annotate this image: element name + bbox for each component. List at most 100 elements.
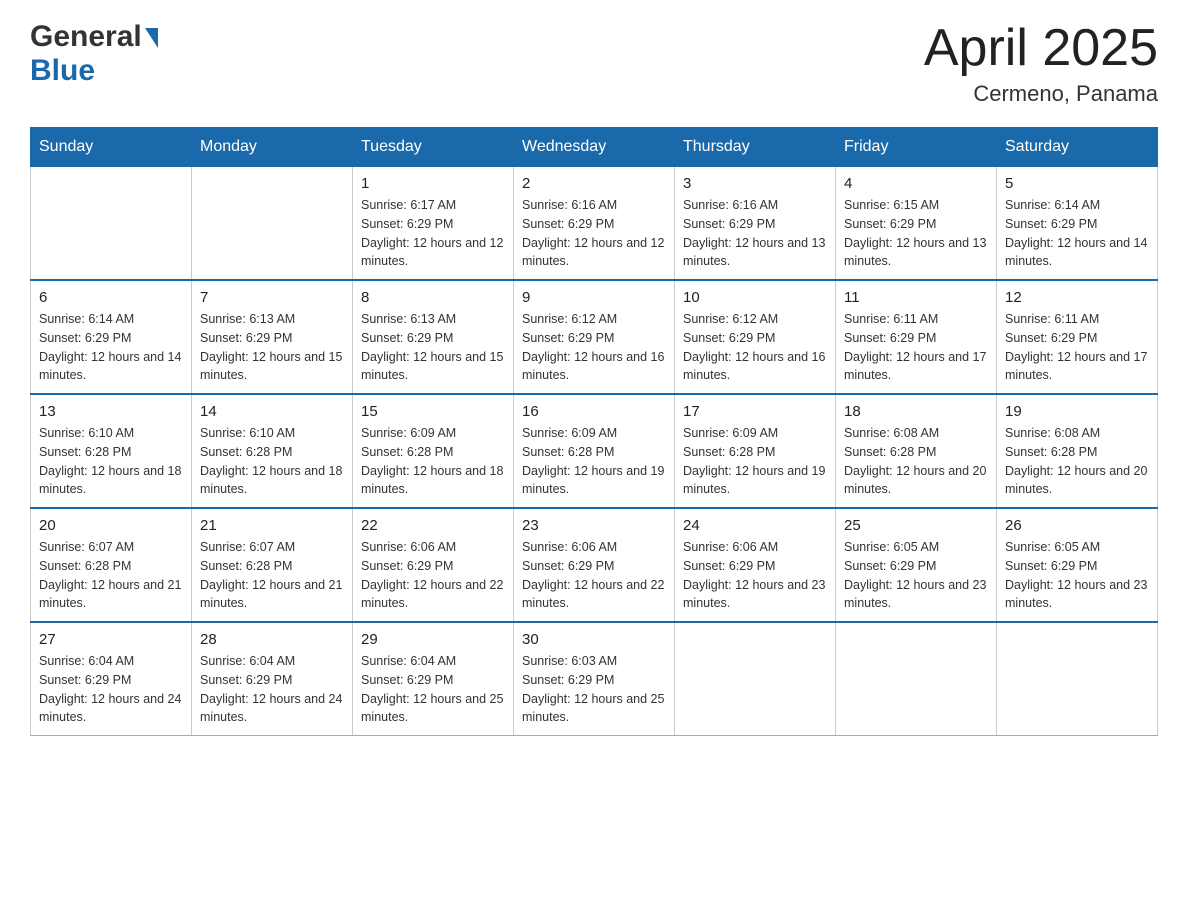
calendar-week-row: 6Sunrise: 6:14 AMSunset: 6:29 PMDaylight… xyxy=(31,280,1158,394)
day-number: 1 xyxy=(361,175,505,192)
day-info: Sunrise: 6:14 AMSunset: 6:29 PMDaylight:… xyxy=(39,310,183,385)
header-wednesday: Wednesday xyxy=(514,128,675,167)
header-thursday: Thursday xyxy=(675,128,836,167)
calendar-week-row: 13 Sunrise: 6:10 AMSunset: 6:28 PMDayligh… xyxy=(31,394,1158,508)
day-info: Sunrise: 6:17 AMSunset: 6:29 PMDaylight:… xyxy=(361,196,505,271)
day-number: 22 xyxy=(361,517,505,534)
day-number: 18 xyxy=(844,403,988,420)
day-number: 2 xyxy=(522,175,666,192)
page-header: General Blue April 2025 Cermeno, Panama xyxy=(30,20,1158,107)
day-number: 28 xyxy=(200,631,344,648)
day-info: Sunrise: 6:03 AMSunset: 6:29 PMDaylight:… xyxy=(522,652,666,727)
table-row: 11 Sunrise: 6:11 AMSunset: 6:29 PMDayligh… xyxy=(836,280,997,394)
day-number: 20 xyxy=(39,517,183,534)
day-info: Sunrise: 6:06 AMSunset: 6:29 PMDaylight:… xyxy=(683,538,827,613)
day-number: 30 xyxy=(522,631,666,648)
table-row: 23 Sunrise: 6:06 AMSunset: 6:29 PMDayligh… xyxy=(514,508,675,622)
table-row: 14 Sunrise: 6:10 AMSunset: 6:28 PMDayligh… xyxy=(192,394,353,508)
table-row xyxy=(675,622,836,736)
day-info: Sunrise: 6:10 AMSunset: 6:28 PMDaylight:… xyxy=(39,424,183,499)
day-info: Sunrise: 6:09 AMSunset: 6:28 PMDaylight:… xyxy=(361,424,505,499)
logo-blue-text: Blue xyxy=(30,54,95,87)
day-info: Sunrise: 6:16 AMSunset: 6:29 PMDaylight:… xyxy=(522,196,666,271)
day-number: 19 xyxy=(1005,403,1149,420)
day-info: Sunrise: 6:06 AMSunset: 6:29 PMDaylight:… xyxy=(522,538,666,613)
day-info: Sunrise: 6:16 AMSunset: 6:29 PMDaylight:… xyxy=(683,196,827,271)
table-row: 9Sunrise: 6:12 AMSunset: 6:29 PMDaylight… xyxy=(514,280,675,394)
table-row: 22Sunrise: 6:06 AMSunset: 6:29 PMDayligh… xyxy=(353,508,514,622)
day-number: 25 xyxy=(844,517,988,534)
logo: General Blue xyxy=(30,20,158,88)
day-number: 26 xyxy=(1005,517,1149,534)
calendar-week-row: 20 Sunrise: 6:07 AMSunset: 6:28 PMDayligh… xyxy=(31,508,1158,622)
table-row: 20 Sunrise: 6:07 AMSunset: 6:28 PMDayligh… xyxy=(31,508,192,622)
day-info: Sunrise: 6:09 AMSunset: 6:28 PMDaylight:… xyxy=(522,424,666,499)
day-number: 3 xyxy=(683,175,827,192)
table-row xyxy=(192,167,353,281)
day-number: 8 xyxy=(361,289,505,306)
day-info: Sunrise: 6:05 AMSunset: 6:29 PMDaylight:… xyxy=(1005,538,1149,613)
table-row xyxy=(997,622,1158,736)
day-info: Sunrise: 6:11 AMSunset: 6:29 PMDaylight:… xyxy=(1005,310,1149,385)
day-number: 23 xyxy=(522,517,666,534)
day-number: 27 xyxy=(39,631,183,648)
day-info: Sunrise: 6:07 AMSunset: 6:28 PMDaylight:… xyxy=(200,538,344,613)
day-info: Sunrise: 6:05 AMSunset: 6:29 PMDaylight:… xyxy=(844,538,988,613)
calendar-table: Sunday Monday Tuesday Wednesday Thursday… xyxy=(30,127,1158,736)
table-row: 27 Sunrise: 6:04 AMSunset: 6:29 PMDayligh… xyxy=(31,622,192,736)
table-row: 3 Sunrise: 6:16 AMSunset: 6:29 PMDaylight… xyxy=(675,167,836,281)
table-row: 15 Sunrise: 6:09 AMSunset: 6:28 PMDayligh… xyxy=(353,394,514,508)
day-info: Sunrise: 6:04 AMSunset: 6:29 PMDaylight:… xyxy=(200,652,344,727)
day-number: 15 xyxy=(361,403,505,420)
table-row: 6Sunrise: 6:14 AMSunset: 6:29 PMDaylight… xyxy=(31,280,192,394)
calendar-week-row: 1 Sunrise: 6:17 AMSunset: 6:29 PMDaylight… xyxy=(31,167,1158,281)
day-number: 13 xyxy=(39,403,183,420)
table-row: 8 Sunrise: 6:13 AMSunset: 6:29 PMDaylight… xyxy=(353,280,514,394)
day-info: Sunrise: 6:15 AMSunset: 6:29 PMDaylight:… xyxy=(844,196,988,271)
header-monday: Monday xyxy=(192,128,353,167)
day-info: Sunrise: 6:12 AMSunset: 6:29 PMDaylight:… xyxy=(522,310,666,385)
day-number: 24 xyxy=(683,517,827,534)
day-number: 17 xyxy=(683,403,827,420)
calendar-week-row: 27 Sunrise: 6:04 AMSunset: 6:29 PMDayligh… xyxy=(31,622,1158,736)
table-row: 28 Sunrise: 6:04 AMSunset: 6:29 PMDayligh… xyxy=(192,622,353,736)
day-number: 11 xyxy=(844,289,988,306)
day-number: 4 xyxy=(844,175,988,192)
day-number: 7 xyxy=(200,289,344,306)
day-info: Sunrise: 6:13 AMSunset: 6:29 PMDaylight:… xyxy=(361,310,505,385)
day-number: 12 xyxy=(1005,289,1149,306)
table-row: 19Sunrise: 6:08 AMSunset: 6:28 PMDayligh… xyxy=(997,394,1158,508)
day-info: Sunrise: 6:07 AMSunset: 6:28 PMDaylight:… xyxy=(39,538,183,613)
day-info: Sunrise: 6:10 AMSunset: 6:28 PMDaylight:… xyxy=(200,424,344,499)
table-row: 24 Sunrise: 6:06 AMSunset: 6:29 PMDayligh… xyxy=(675,508,836,622)
day-number: 14 xyxy=(200,403,344,420)
title-section: April 2025 Cermeno, Panama xyxy=(924,20,1158,107)
day-number: 29 xyxy=(361,631,505,648)
table-row: 13 Sunrise: 6:10 AMSunset: 6:28 PMDayligh… xyxy=(31,394,192,508)
table-row: 29 Sunrise: 6:04 AMSunset: 6:29 PMDayligh… xyxy=(353,622,514,736)
day-info: Sunrise: 6:04 AMSunset: 6:29 PMDaylight:… xyxy=(361,652,505,727)
day-info: Sunrise: 6:12 AMSunset: 6:29 PMDaylight:… xyxy=(683,310,827,385)
day-number: 16 xyxy=(522,403,666,420)
day-info: Sunrise: 6:04 AMSunset: 6:29 PMDaylight:… xyxy=(39,652,183,727)
header-friday: Friday xyxy=(836,128,997,167)
table-row: 4 Sunrise: 6:15 AMSunset: 6:29 PMDaylight… xyxy=(836,167,997,281)
table-row: 7 Sunrise: 6:13 AMSunset: 6:29 PMDaylight… xyxy=(192,280,353,394)
table-row: 17Sunrise: 6:09 AMSunset: 6:28 PMDayligh… xyxy=(675,394,836,508)
table-row: 12 Sunrise: 6:11 AMSunset: 6:29 PMDayligh… xyxy=(997,280,1158,394)
table-row: 1 Sunrise: 6:17 AMSunset: 6:29 PMDaylight… xyxy=(353,167,514,281)
day-info: Sunrise: 6:13 AMSunset: 6:29 PMDaylight:… xyxy=(200,310,344,385)
month-title: April 2025 xyxy=(924,20,1158,77)
location-title: Cermeno, Panama xyxy=(924,81,1158,107)
day-info: Sunrise: 6:14 AMSunset: 6:29 PMDaylight:… xyxy=(1005,196,1149,271)
day-number: 10 xyxy=(683,289,827,306)
calendar-header-row: Sunday Monday Tuesday Wednesday Thursday… xyxy=(31,128,1158,167)
logo-general-text: General xyxy=(30,20,142,54)
table-row: 16 Sunrise: 6:09 AMSunset: 6:28 PMDayligh… xyxy=(514,394,675,508)
day-number: 21 xyxy=(200,517,344,534)
table-row: 2 Sunrise: 6:16 AMSunset: 6:29 PMDaylight… xyxy=(514,167,675,281)
header-tuesday: Tuesday xyxy=(353,128,514,167)
header-sunday: Sunday xyxy=(31,128,192,167)
table-row: 10 Sunrise: 6:12 AMSunset: 6:29 PMDayligh… xyxy=(675,280,836,394)
day-info: Sunrise: 6:11 AMSunset: 6:29 PMDaylight:… xyxy=(844,310,988,385)
